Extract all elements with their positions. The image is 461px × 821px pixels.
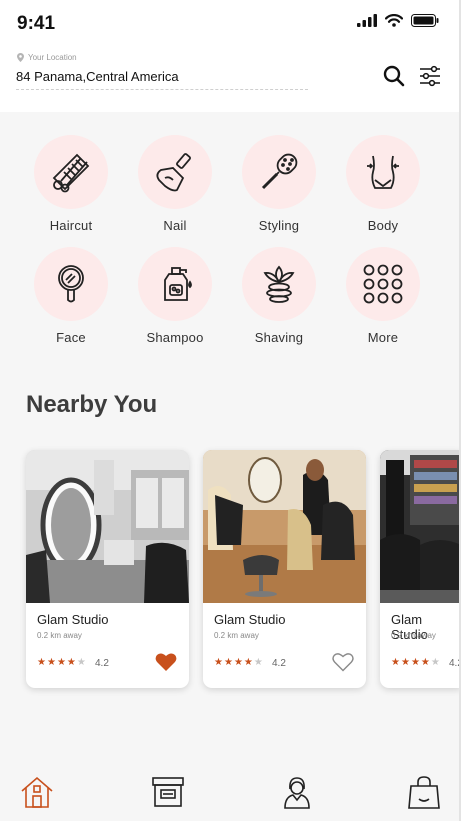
star-empty-icon: ★ — [253, 657, 264, 668]
category-face[interactable]: Face — [19, 247, 123, 345]
location-pin-icon — [17, 53, 24, 62]
star-filled-icon: ★ — [46, 657, 57, 668]
nav-bookings[interactable] — [150, 772, 186, 812]
star-filled-icon: ★ — [223, 657, 234, 668]
salon-photo — [203, 450, 366, 603]
category-icon-circle — [34, 247, 108, 321]
nail-polish-icon — [156, 153, 191, 192]
salon-rating: 4.2 — [95, 658, 109, 669]
hair-brush-icon — [261, 153, 298, 190]
shampoo-bottle-icon — [164, 267, 192, 301]
body-torso-icon — [367, 155, 399, 189]
star-filled-icon: ★ — [66, 657, 77, 668]
category-label: More — [367, 330, 399, 345]
star-empty-icon: ★ — [76, 657, 87, 668]
filter-sliders-icon — [420, 65, 440, 87]
favorite-button[interactable] — [155, 652, 177, 672]
star-filled-icon: ★ — [391, 657, 401, 668]
salon-card[interactable]: Glam Studio 0.2 km away ★★★★★ 4.2 — [380, 450, 461, 688]
wifi-icon — [385, 14, 403, 27]
heart-outline-icon — [332, 653, 354, 672]
search-button[interactable] — [381, 63, 407, 89]
search-icon — [383, 65, 405, 87]
nav-profile[interactable] — [279, 772, 315, 812]
salon-card[interactable]: Glam Studio 0.2 km away ★★★★★ 4.2 — [26, 450, 189, 688]
salon-name: Glam Studio — [37, 612, 109, 627]
nearby-section-title: Nearby You — [26, 391, 158, 418]
star-filled-icon: ★ — [410, 657, 421, 668]
category-label: Nail — [163, 218, 187, 233]
category-styling[interactable]: Styling — [227, 135, 331, 233]
scissors-comb-icon — [52, 153, 90, 193]
salon-rating: 4.2 — [272, 658, 286, 669]
category-icon-circle — [138, 247, 212, 321]
booking-box-icon — [152, 777, 184, 807]
rating-stars: ★★★★★ — [391, 657, 441, 668]
favorite-button[interactable] — [332, 652, 354, 672]
category-more[interactable]: More — [331, 247, 435, 345]
category-label: Haircut — [49, 218, 93, 233]
rating-stars: ★★★★★ — [214, 657, 264, 668]
category-shampoo[interactable]: Shampoo — [123, 247, 227, 345]
system-icons — [357, 14, 439, 27]
category-icon-circle — [346, 247, 420, 321]
salon-distance: 0.2 km away — [37, 631, 82, 640]
hand-mirror-icon — [58, 265, 84, 303]
category-label: Face — [56, 330, 86, 345]
battery-icon — [411, 14, 439, 27]
star-empty-icon: ★ — [430, 657, 441, 668]
category-nail[interactable]: Nail — [123, 135, 227, 233]
status-bar: 9:41 — [0, 0, 461, 46]
heart-filled-icon — [155, 653, 177, 671]
category-label: Shaving — [254, 330, 304, 345]
spa-stones-icon — [263, 265, 295, 303]
star-filled-icon: ★ — [400, 657, 411, 668]
category-icon-circle — [242, 247, 316, 321]
star-filled-icon: ★ — [420, 657, 431, 668]
salon-card[interactable]: Glam Studio 0.2 km away ★★★★★ 4.2 — [203, 450, 366, 688]
category-label: Styling — [258, 218, 300, 233]
star-filled-icon: ★ — [56, 657, 67, 668]
category-icon-circle — [34, 135, 108, 209]
home-icon — [21, 776, 53, 808]
salon-name: Glam Studio — [214, 612, 286, 627]
category-haircut[interactable]: Haircut — [19, 135, 123, 233]
star-filled-icon: ★ — [243, 657, 254, 668]
star-filled-icon: ★ — [214, 657, 224, 668]
star-filled-icon: ★ — [37, 657, 47, 668]
star-filled-icon: ★ — [233, 657, 244, 668]
category-label: Shampoo — [146, 330, 204, 345]
bottom-navigation — [0, 762, 461, 821]
profile-icon — [284, 777, 310, 809]
nav-shop[interactable] — [406, 772, 442, 812]
rating-stars: ★★★★★ — [37, 657, 87, 668]
category-shaving[interactable]: Shaving — [227, 247, 331, 345]
shopping-bag-icon — [408, 776, 440, 809]
filter-button[interactable] — [417, 63, 443, 89]
category-icon-circle — [346, 135, 420, 209]
location-value[interactable]: 84 Panama,Central America — [16, 69, 179, 84]
signal-icon — [357, 14, 377, 27]
grid-dots-icon — [363, 264, 403, 304]
category-label: Body — [367, 218, 399, 233]
salon-photo — [26, 450, 189, 603]
status-time: 9:41 — [17, 13, 56, 34]
salon-distance: 0.2 km away — [214, 631, 259, 640]
location-label: Your Location — [28, 53, 77, 62]
nav-home[interactable] — [19, 772, 55, 812]
salon-distance: 0.2 km away — [391, 631, 436, 640]
salon-photo — [380, 450, 461, 603]
location-divider — [16, 89, 308, 90]
location-label-row: Your Location — [17, 53, 77, 62]
location-header: Your Location 84 Panama,Central America — [0, 46, 461, 112]
category-body[interactable]: Body — [331, 135, 435, 233]
category-icon-circle — [242, 135, 316, 209]
category-icon-circle — [138, 135, 212, 209]
